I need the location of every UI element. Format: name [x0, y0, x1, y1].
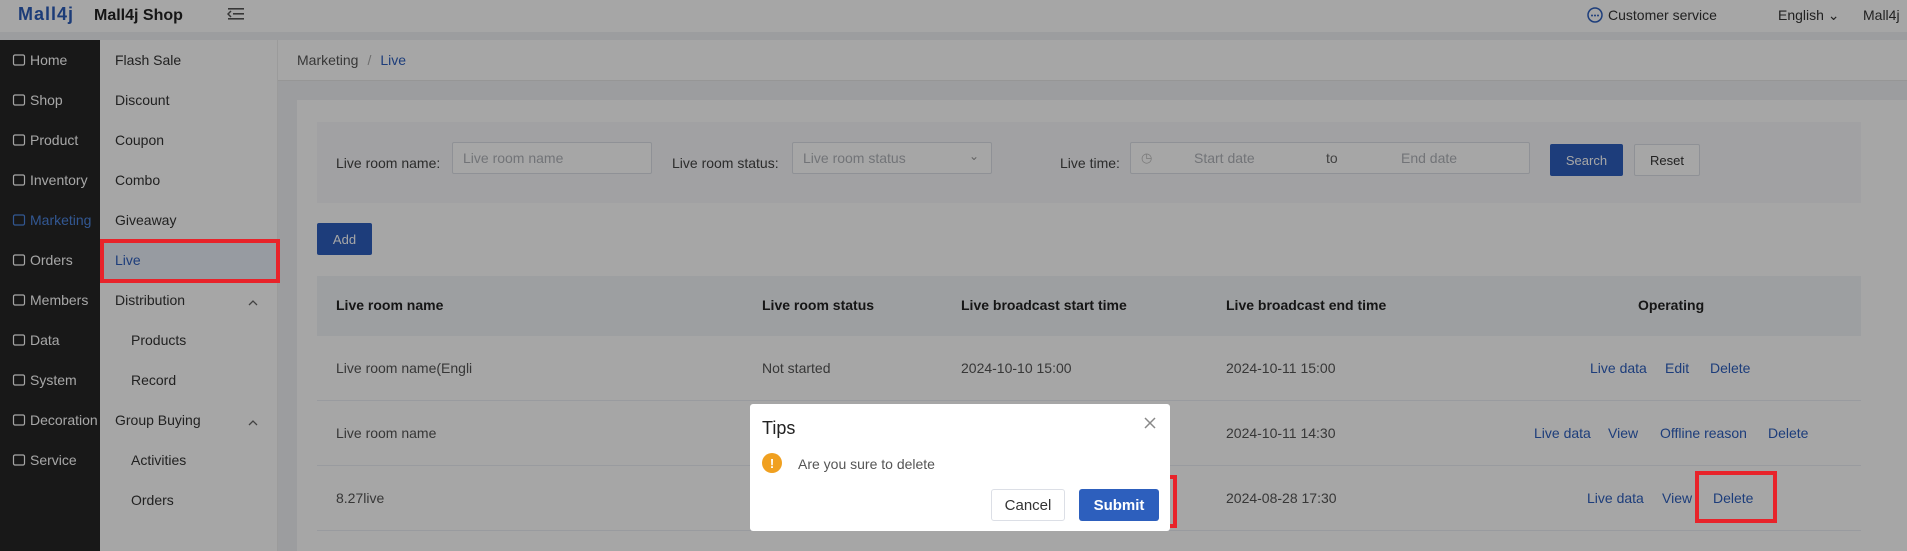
highlight-box-live	[100, 239, 280, 283]
close-icon[interactable]	[1143, 416, 1157, 430]
dialog-message: Are you sure to delete	[798, 456, 935, 472]
submit-button[interactable]: Submit	[1079, 489, 1159, 521]
dialog-title: Tips	[762, 418, 796, 438]
highlight-box-delete	[1695, 471, 1777, 523]
cancel-button[interactable]: Cancel	[991, 489, 1065, 521]
confirm-dialog: Tips ! Are you sure to delete Cancel Sub…	[750, 404, 1170, 531]
warning-icon: !	[762, 453, 782, 473]
